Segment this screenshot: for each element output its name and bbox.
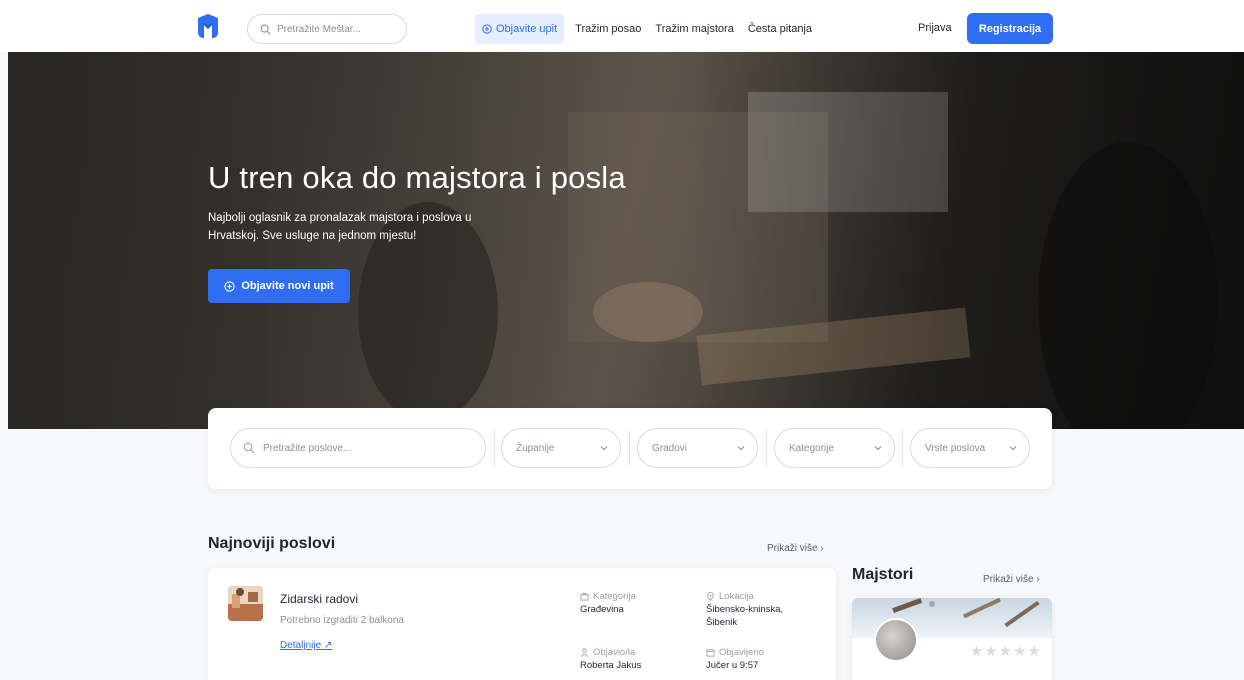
divider <box>629 430 630 466</box>
nav-link-trazim-majstora[interactable]: Tražim majstora <box>652 14 736 44</box>
chevron-right-icon: › <box>1036 574 1040 585</box>
latest-jobs-title: Najnoviji poslovi <box>208 535 336 552</box>
job-category-label-row: Kategorija <box>580 590 636 603</box>
login-link[interactable]: Prijava <box>918 22 952 34</box>
mestar-logo[interactable] <box>194 12 222 40</box>
job-author-label-row: Objavio/la <box>580 646 641 659</box>
jobs-show-more-link[interactable]: Prikaži više › <box>767 543 824 554</box>
majstori-title: Majstori <box>852 566 914 583</box>
job-location-label: Lokacija <box>719 591 754 602</box>
search-icon <box>260 24 271 34</box>
show-more-label: Prikaži više <box>983 574 1034 585</box>
divider <box>766 430 767 466</box>
job-published-label: Objavljeno <box>719 647 764 658</box>
plus-circle-icon <box>224 280 235 292</box>
job-search-placeholder: Pretražite poslove... <box>263 442 352 454</box>
location-pin-icon <box>707 592 714 601</box>
nav-link-cesta-pitanja[interactable]: Česta pitanja <box>745 14 815 44</box>
briefcase-icon <box>580 592 589 601</box>
kategorije-select[interactable]: Kategorije <box>774 428 895 468</box>
nav-search-placeholder: Pretražite Meštar... <box>277 23 361 35</box>
divider <box>494 430 495 466</box>
user-icon <box>580 648 589 657</box>
show-more-label: Prikaži više <box>767 543 818 554</box>
calendar-icon <box>706 649 715 657</box>
select-label: Vrste poslova <box>925 442 986 454</box>
hero-title: U tren oka do majstora i posla <box>208 160 626 195</box>
register-button[interactable]: Registracija <box>967 13 1053 44</box>
job-details-label: Detaljnije <box>280 640 322 651</box>
job-card[interactable]: Zidarski radovi Potrebno izgraditi 2 bal… <box>208 568 836 680</box>
chevron-down-icon <box>874 446 882 451</box>
job-category: Kategorija Građevina <box>580 590 636 616</box>
gradovi-select[interactable]: Gradovi <box>637 428 758 468</box>
job-category-label: Kategorija <box>593 591 636 602</box>
rating-stars: ★★★★★ <box>969 643 1042 660</box>
job-thumbnail <box>228 586 263 621</box>
job-title[interactable]: Zidarski radovi <box>280 592 358 606</box>
nav-links: Objavite upit Tražim posao Tražim majsto… <box>475 14 815 44</box>
chevron-right-icon: › <box>820 543 824 554</box>
chevron-down-icon <box>600 446 608 451</box>
nav-search-input[interactable]: Pretražite Meštar... <box>247 14 407 44</box>
job-published-label-row: Objavljeno <box>706 646 764 659</box>
chevron-down-icon <box>737 446 745 451</box>
chevron-down-icon <box>1009 446 1017 451</box>
avatar <box>874 618 918 662</box>
job-published: Objavljeno Jučer u 9:57 <box>706 646 764 672</box>
nav-link-trazim-posao[interactable]: Tražim posao <box>572 14 644 44</box>
hero-subtitle: Najbolji oglasnik za pronalazak majstora… <box>208 212 472 242</box>
hero-overlay <box>8 52 1244 429</box>
arrow-up-right-icon: ↗ <box>323 640 333 651</box>
job-location-label-row: Lokacija <box>706 590 816 603</box>
divider <box>902 430 903 466</box>
search-icon <box>243 442 255 454</box>
select-label: Županije <box>516 442 555 454</box>
majstor-card[interactable]: ★★★★★ <box>852 598 1052 680</box>
job-search-input[interactable]: Pretražite poslove... <box>230 428 486 468</box>
post-new-request-label: Objavite novi upit <box>241 280 334 292</box>
nav-link-objavite-upit[interactable]: Objavite upit <box>475 14 565 44</box>
plus-circle-icon <box>482 24 492 34</box>
job-author: Objavio/la Roberta Jakus <box>580 646 641 672</box>
job-author-value: Roberta Jakus <box>580 660 642 671</box>
job-author-label: Objavio/la <box>593 647 636 658</box>
majstori-show-more-link[interactable]: Prikaži više › <box>983 574 1040 585</box>
job-description: Potrebno izgraditi 2 balkona <box>280 615 404 626</box>
hero-banner: U tren oka do majstora i posla Najbolji … <box>8 52 1244 429</box>
top-navbar: Pretražite Meštar... Objavite upit Traži… <box>0 0 1244 52</box>
job-category-value: Građevina <box>580 604 624 615</box>
vrste-poslova-select[interactable]: Vrste poslova <box>910 428 1030 468</box>
post-new-request-button[interactable]: Objavite novi upit <box>208 269 350 303</box>
job-location-value: Šibensko-kninska, Šibenik <box>706 604 784 628</box>
select-label: Gradovi <box>652 442 688 454</box>
nav-link-label: Objavite upit <box>496 23 558 35</box>
select-label: Kategorije <box>789 442 835 454</box>
job-published-value: Jučer u 9:57 <box>706 660 759 671</box>
zupanije-select[interactable]: Županije <box>501 428 621 468</box>
job-details-link[interactable]: Detaljnije ↗ <box>280 640 332 651</box>
job-filter-card: Pretražite poslove... Županije Gradovi K… <box>208 408 1052 489</box>
job-location: Lokacija Šibensko-kninska, Šibenik <box>706 590 816 629</box>
